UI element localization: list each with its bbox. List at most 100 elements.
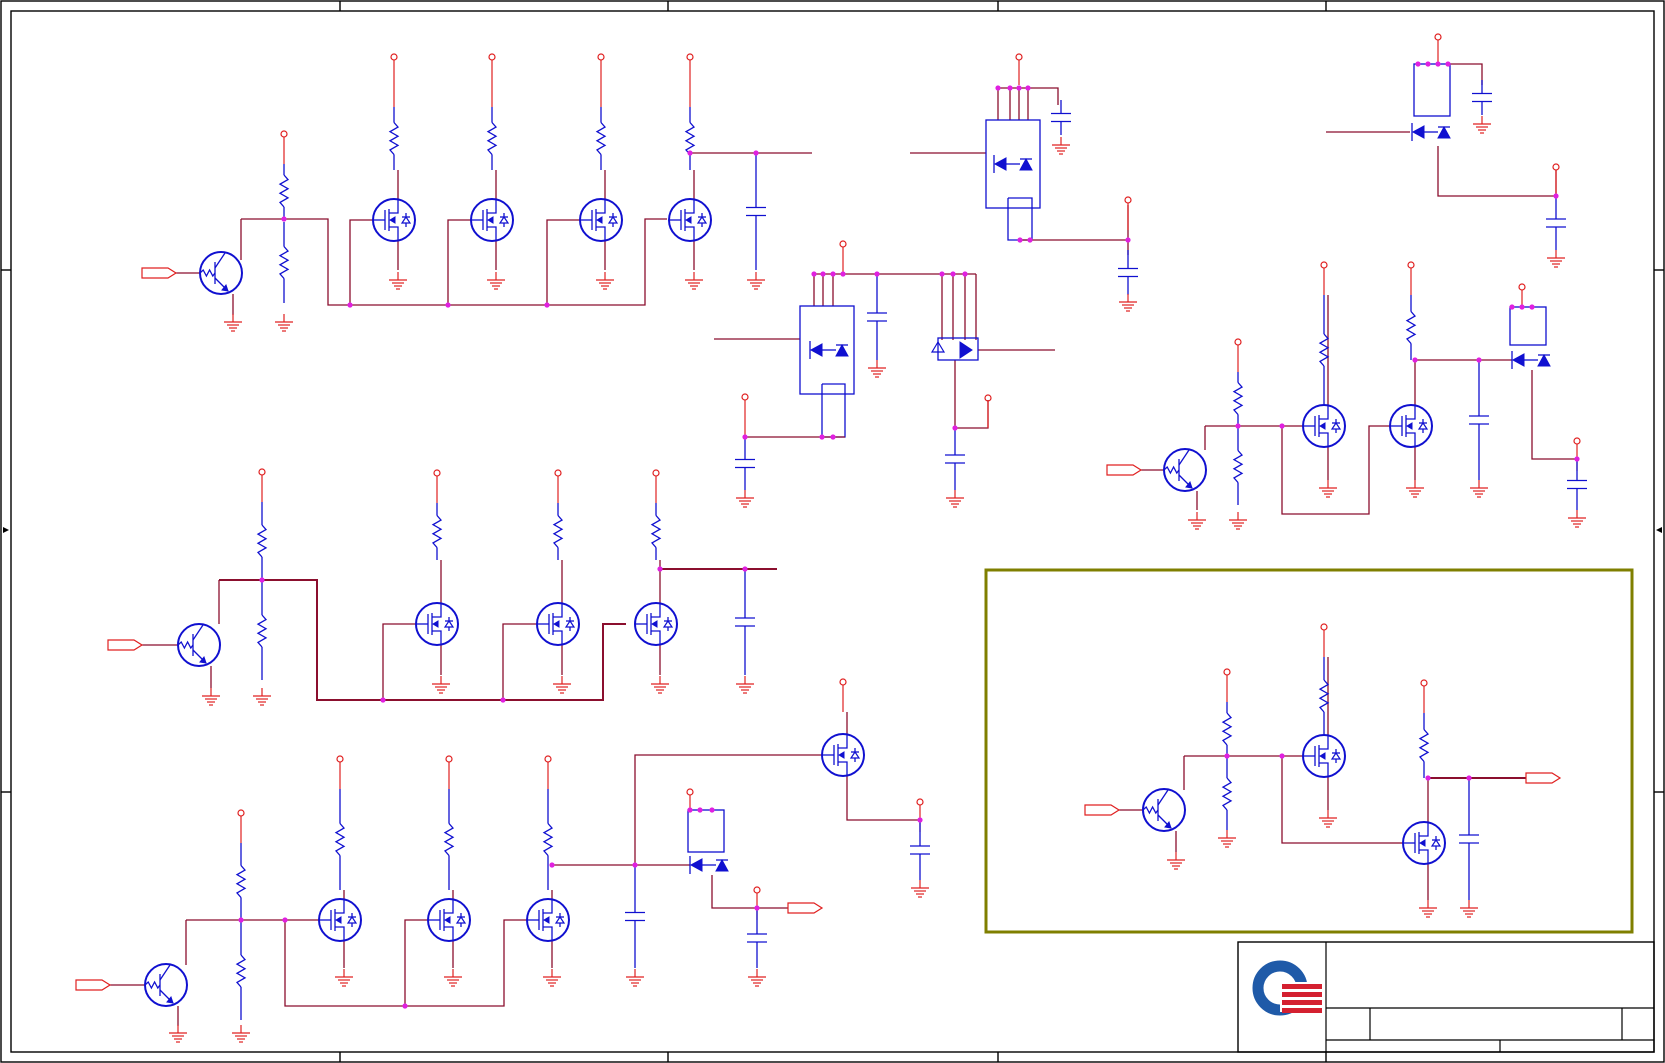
wire xyxy=(634,754,822,865)
junction-dot xyxy=(380,697,386,703)
ground-icon xyxy=(1319,810,1337,828)
ground-icon xyxy=(1229,512,1247,530)
ground-icon xyxy=(596,272,614,290)
ground-icon xyxy=(748,969,766,987)
wire xyxy=(1437,146,1557,197)
power-rail-icon xyxy=(544,755,552,789)
junction-dot xyxy=(1016,85,1022,91)
wire xyxy=(1020,205,1129,241)
wire xyxy=(954,360,989,429)
capacitor-icon xyxy=(1567,459,1587,510)
mosfet-icon xyxy=(809,341,849,359)
junction-dot xyxy=(830,434,836,440)
junction-dot xyxy=(1027,237,1033,243)
junction-dot xyxy=(1007,85,1013,91)
junction-dot xyxy=(1415,61,1421,67)
power-rail-icon xyxy=(554,469,562,503)
wire xyxy=(546,219,580,305)
capacitor-icon xyxy=(945,428,965,490)
highlight-frame xyxy=(984,568,1634,934)
junction-dot xyxy=(402,1003,408,1009)
resistor-icon xyxy=(256,502,268,580)
npn-transistor-icon xyxy=(177,623,221,667)
port-connector-icon xyxy=(141,267,178,279)
ground-icon xyxy=(432,676,450,694)
mosfet-icon xyxy=(821,733,865,777)
ground-icon xyxy=(1419,900,1437,918)
ground-icon xyxy=(685,272,703,290)
zone-arrow xyxy=(1656,527,1662,533)
ground-icon xyxy=(389,272,407,290)
junction-dot xyxy=(811,271,817,277)
power-rail-icon xyxy=(390,53,398,107)
ground-icon xyxy=(275,314,293,332)
junction-dot xyxy=(1235,423,1241,429)
port-connector-icon xyxy=(1525,772,1562,784)
resistor-icon xyxy=(256,582,268,680)
ground-icon xyxy=(946,490,964,508)
power-rail-icon xyxy=(839,678,847,712)
ground-icon xyxy=(1406,480,1424,498)
mosfet-icon xyxy=(993,155,1033,173)
capacitor-icon xyxy=(867,274,887,360)
ground-icon xyxy=(444,969,462,987)
mosfet-icon xyxy=(1302,404,1346,448)
junction-dot xyxy=(1412,357,1418,363)
power-rail-icon xyxy=(686,53,694,107)
junction-dot xyxy=(500,697,506,703)
capacitor-icon xyxy=(735,569,755,675)
mosfet-icon xyxy=(1402,821,1446,865)
junction-dot xyxy=(820,271,826,277)
junction-dot xyxy=(549,862,555,868)
ground-icon xyxy=(736,490,754,508)
junction-dot xyxy=(1476,357,1482,363)
power-rail-icon xyxy=(445,755,453,789)
junction-dot xyxy=(445,302,451,308)
mosfet-icon xyxy=(372,198,416,242)
mosfet-icon xyxy=(689,856,729,874)
power-rail-icon xyxy=(433,469,441,503)
resistor-icon xyxy=(388,107,400,170)
wire xyxy=(711,875,788,909)
capacitor-icon xyxy=(1546,196,1566,250)
resistor-icon xyxy=(650,503,662,560)
power-rail-icon xyxy=(686,788,694,810)
resistor-icon xyxy=(542,789,554,890)
company-logo-icon xyxy=(1252,960,1322,1016)
diode-package xyxy=(937,337,979,361)
junction-dot xyxy=(742,434,748,440)
power-rail-icon xyxy=(1434,33,1442,65)
junction-dot xyxy=(952,425,958,431)
junction-dot xyxy=(632,862,638,868)
power-rail-icon xyxy=(597,53,605,107)
ground-icon xyxy=(169,1025,187,1043)
ground-icon xyxy=(868,360,886,378)
resistor-icon xyxy=(595,107,607,170)
mosfet-icon xyxy=(1511,351,1551,369)
junction-dot xyxy=(819,434,825,440)
mosfet-icon xyxy=(579,198,623,242)
junction-dot xyxy=(1425,775,1431,781)
junction-dot xyxy=(830,271,836,277)
power-rail-icon xyxy=(1223,668,1231,702)
power-rail-icon xyxy=(652,469,660,503)
ground-icon xyxy=(253,688,271,706)
wire xyxy=(1448,63,1483,85)
ground-icon xyxy=(1473,116,1491,134)
resistor-icon xyxy=(684,107,696,170)
mosfet-icon xyxy=(668,198,712,242)
capacitor-icon xyxy=(1051,100,1071,135)
junction-dot xyxy=(995,85,1001,91)
mosfet-icon xyxy=(427,898,471,942)
ground-icon xyxy=(1319,480,1337,498)
mosfet-icon xyxy=(536,602,580,646)
capacitor-icon xyxy=(1469,360,1489,480)
ground-icon xyxy=(1460,900,1478,918)
resistor-icon xyxy=(1318,657,1330,735)
power-rail-icon xyxy=(1320,623,1328,657)
junction-dot xyxy=(962,271,968,277)
junction-dot xyxy=(1519,304,1525,310)
inner-border xyxy=(10,10,1655,1053)
junction-dot xyxy=(874,271,880,277)
mosfet-icon xyxy=(1302,734,1346,778)
